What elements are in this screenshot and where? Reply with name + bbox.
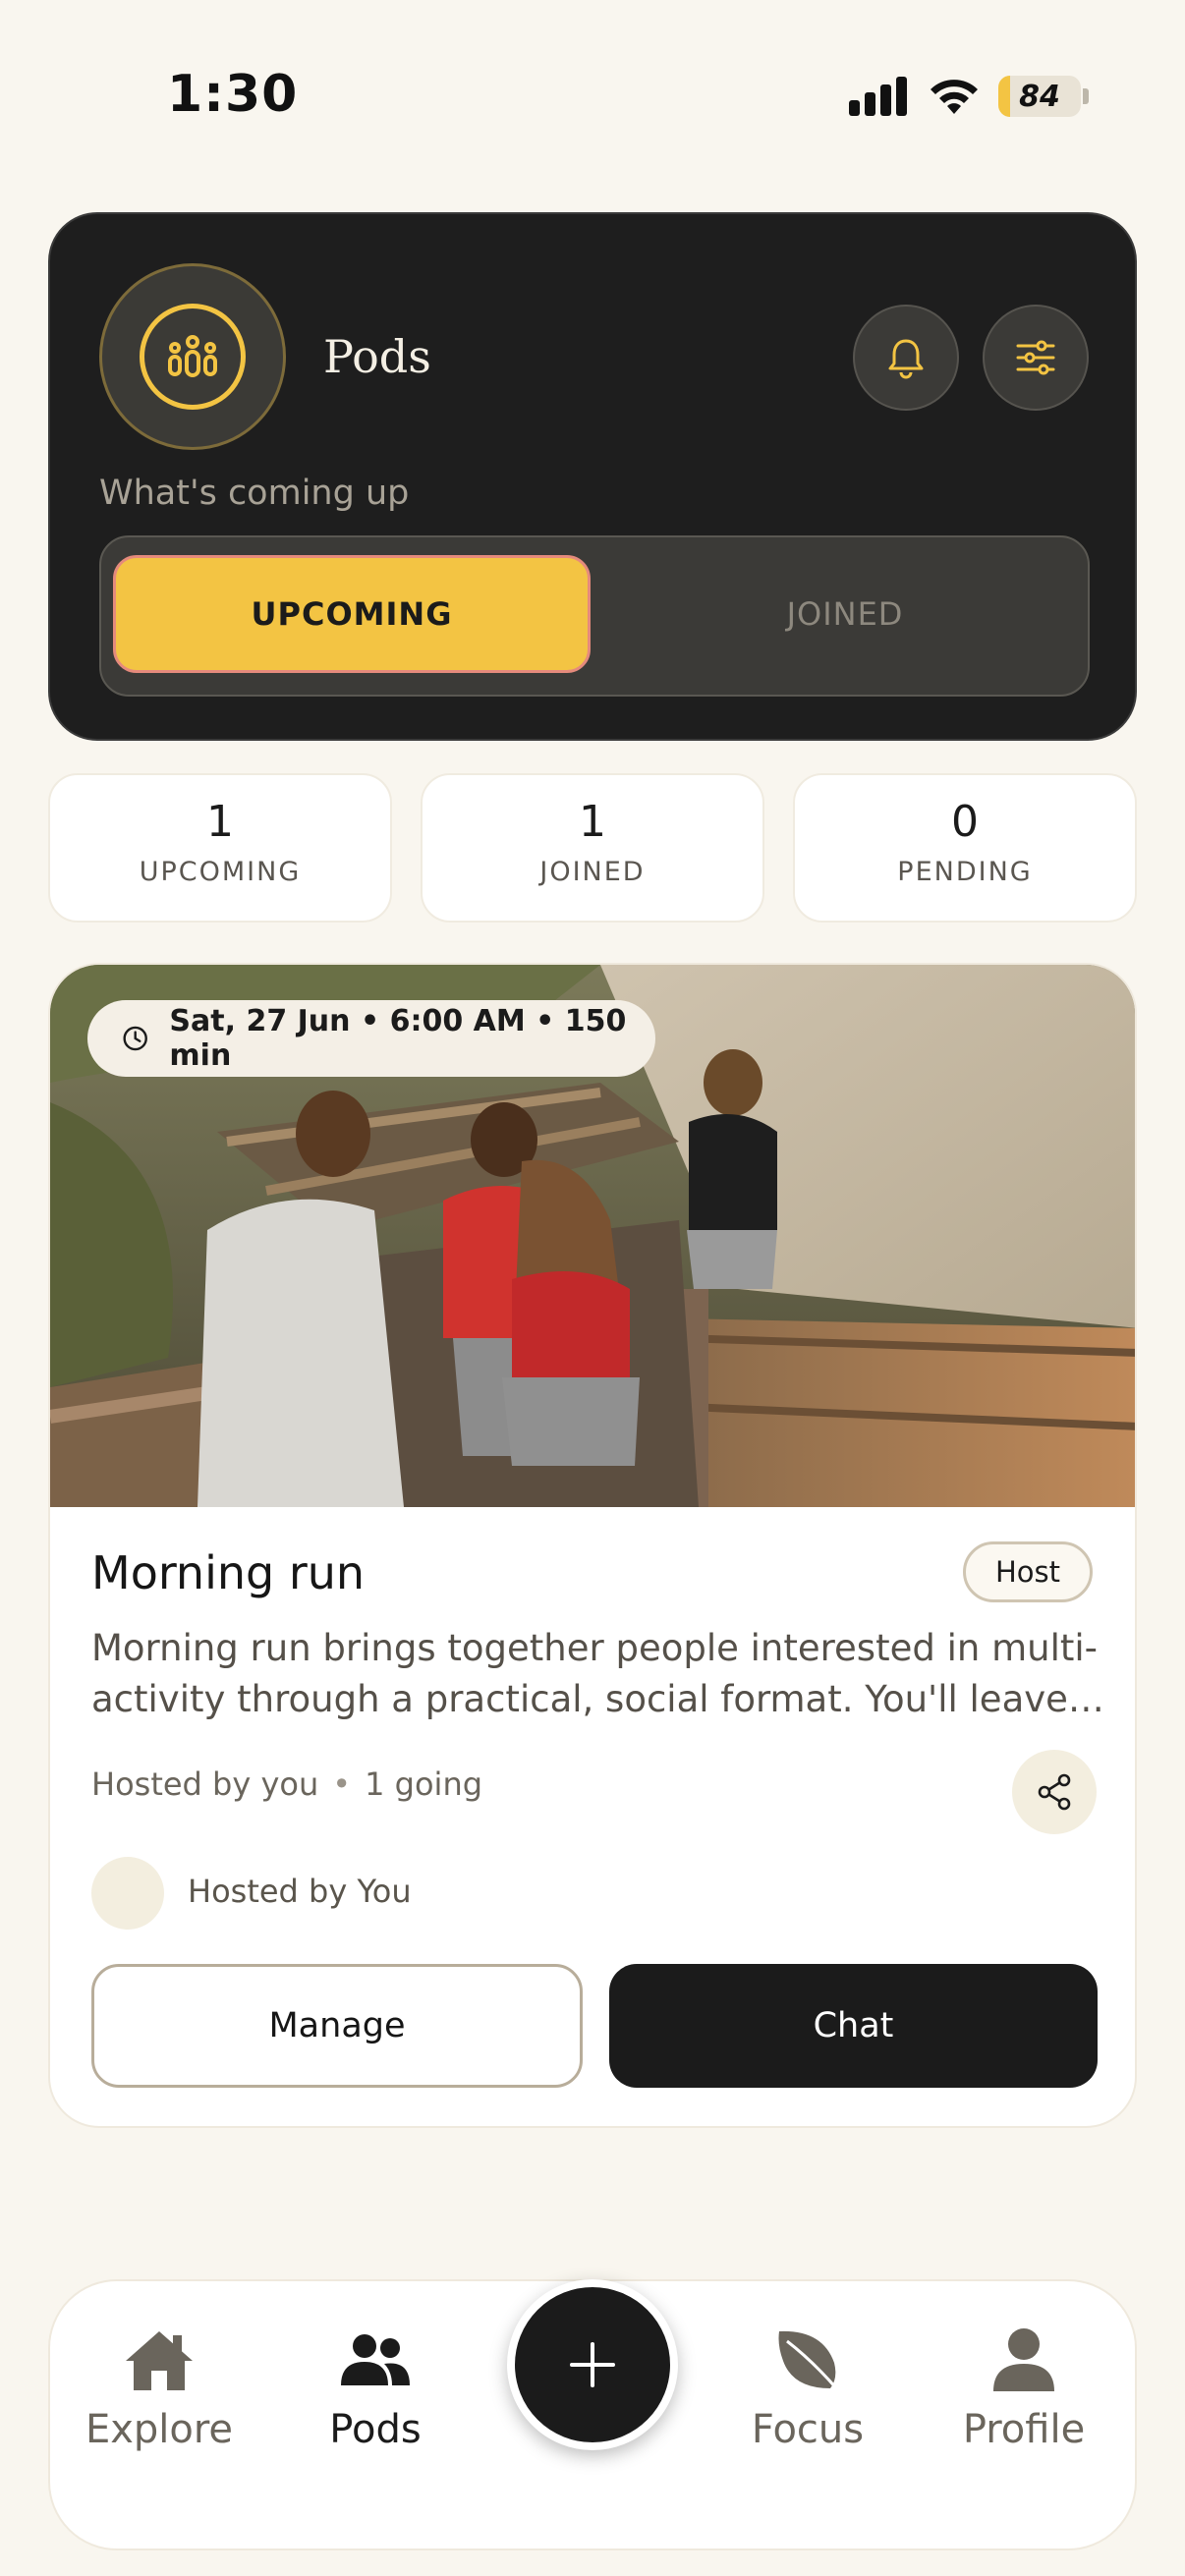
page-title: Pods: [323, 330, 431, 383]
stat-value: 0: [951, 797, 979, 847]
stat-joined: 1 JOINED: [421, 773, 764, 923]
stat-value: 1: [206, 797, 234, 847]
status-bar: 1:30 84: [0, 0, 1185, 187]
bell-icon: [888, 339, 924, 379]
stat-label: JOINED: [539, 857, 646, 887]
stat-label: UPCOMING: [139, 857, 302, 887]
tab-upcoming[interactable]: UPCOMING: [113, 555, 591, 673]
event-datetime-pill: Sat, 27 Jun • 6:00 AM • 150 min: [87, 1000, 655, 1077]
home-icon: [126, 2331, 193, 2390]
nav-profile[interactable]: Profile: [940, 2321, 1107, 2452]
event-datetime: Sat, 27 Jun • 6:00 AM • 150 min: [169, 1004, 627, 1073]
plus-icon: [570, 2342, 615, 2387]
meta-separator: •: [332, 1765, 352, 1803]
tab-joined[interactable]: JOINED: [610, 555, 1080, 673]
clock-icon: [123, 1026, 147, 1051]
filter-button[interactable]: [983, 305, 1089, 411]
signal-icon: [849, 77, 908, 116]
person-icon: [993, 2328, 1054, 2391]
nav-label: Explore: [85, 2407, 234, 2452]
stat-label: PENDING: [897, 857, 1033, 887]
nav-label: Focus: [751, 2407, 865, 2452]
header-subtitle: What's coming up: [99, 474, 410, 513]
event-title: Morning run: [91, 1546, 366, 1599]
battery-level: 84: [1019, 80, 1060, 114]
sliders-icon: [1016, 340, 1055, 375]
hosted-by-text: Hosted by you: [91, 1765, 319, 1803]
event-description: Morning run brings together people inter…: [91, 1627, 1104, 1720]
pods-logo: [99, 263, 286, 450]
chat-button[interactable]: Chat: [609, 1964, 1098, 2088]
stat-pending: 0 PENDING: [793, 773, 1137, 923]
nav-explore[interactable]: Explore: [76, 2321, 243, 2452]
header-card: Pods What's coming up UPCOMING JOINED: [48, 212, 1137, 741]
create-button[interactable]: [507, 2279, 678, 2450]
event-card[interactable]: Sat, 27 Jun • 6:00 AM • 150 min Morning …: [48, 963, 1137, 2128]
nav-label: Pods: [329, 2407, 422, 2452]
nav-label: Profile: [962, 2407, 1086, 2452]
segmented-control: UPCOMING JOINED: [99, 535, 1090, 697]
host-badge: Host: [963, 1541, 1093, 1602]
nav-pods[interactable]: Pods: [292, 2321, 459, 2452]
notifications-button[interactable]: [853, 305, 959, 411]
status-time: 1:30: [167, 65, 299, 124]
share-icon: [1038, 1773, 1071, 1811]
people-icon: [341, 2334, 410, 2385]
wifi-icon: [931, 80, 978, 114]
leaf-icon: [778, 2330, 840, 2391]
going-count: 1 going: [365, 1765, 483, 1803]
battery-icon: 84: [998, 76, 1081, 117]
host-name: Hosted by You: [188, 1873, 412, 1910]
share-button[interactable]: [1012, 1750, 1097, 1834]
avatar: [91, 1857, 164, 1930]
manage-button[interactable]: Manage: [91, 1964, 583, 2088]
nav-focus[interactable]: Focus: [724, 2321, 891, 2452]
event-meta: Hosted by you • 1 going: [91, 1765, 482, 1803]
people-group-icon: [168, 335, 217, 377]
stat-value: 1: [579, 797, 606, 847]
stat-upcoming: 1 UPCOMING: [48, 773, 392, 923]
